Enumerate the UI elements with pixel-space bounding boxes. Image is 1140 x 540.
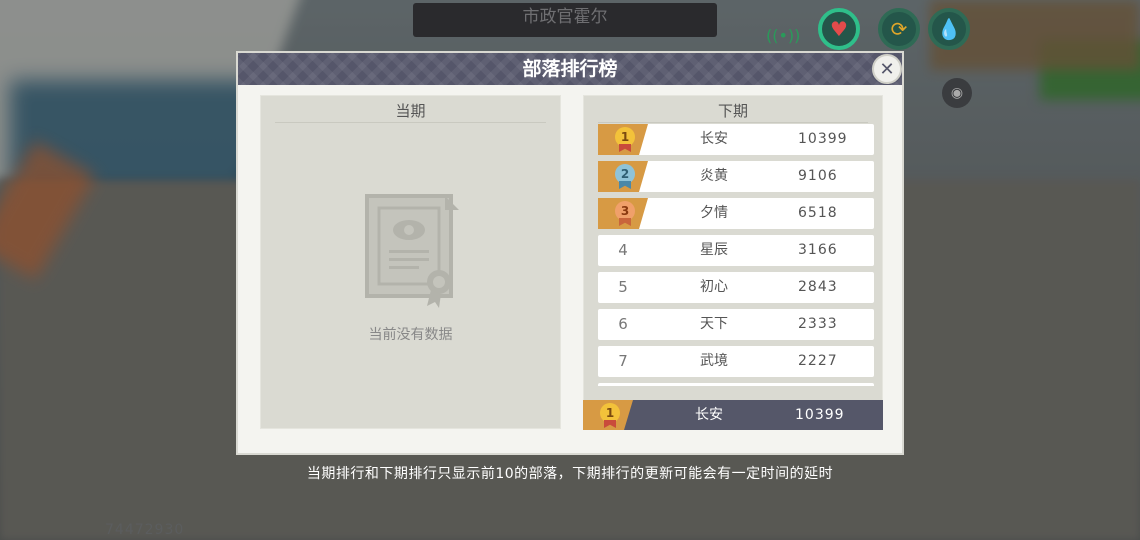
panel-title: 部落排行榜 [238, 53, 902, 85]
ranking-list[interactable]: 1 长安 10399 2 炎黄 9106 3 夕情 6518 4 星辰 3166… [598, 124, 874, 386]
tribe-name: 炎黄 [700, 168, 728, 184]
rank-number: 6 [618, 315, 628, 333]
rank-badge: 1 [598, 124, 648, 155]
rank-number: 4 [618, 241, 628, 259]
table-row: 3 夕情 6518 [598, 198, 874, 229]
table-row: 1 长安 10399 [598, 124, 874, 155]
my-tribe-name: 长安 [695, 407, 723, 423]
rank-badge: 3 [598, 198, 648, 229]
tribe-score: 6518 [798, 205, 838, 221]
my-tribe-score: 10399 [795, 407, 845, 423]
rank-number: 5 [618, 278, 628, 296]
close-button[interactable]: ✕ [872, 54, 902, 84]
table-row: 2 炎黄 9106 [598, 161, 874, 192]
table-row-partial [598, 383, 874, 386]
tribe-score: 10399 [798, 131, 848, 147]
table-row: 4 星辰 3166 [598, 235, 874, 266]
water-drop-icon[interactable]: 💧 [928, 8, 970, 50]
tribe-name: 天下 [700, 316, 728, 332]
table-row: 7 武境 2227 [598, 346, 874, 377]
tribe-name: 初心 [700, 279, 728, 295]
tribe-leaderboard-panel: 部落排行榜 当期 当前没有数据 下期 1 长安 10399 2 炎黄 9106 … [236, 51, 904, 455]
signal-icon: ((•)) [766, 26, 801, 45]
current-period-column: 当期 当前没有数据 [260, 95, 561, 429]
tribe-score: 9106 [798, 168, 838, 184]
next-period-title: 下期 [598, 96, 868, 123]
tribe-score: 2333 [798, 316, 838, 332]
tribe-score: 2843 [798, 279, 838, 295]
next-period-column: 下期 1 长安 10399 2 炎黄 9106 3 夕情 6518 4 星辰 3… [583, 95, 883, 429]
tribe-name: 星辰 [700, 242, 728, 258]
player-id: 74472930 [105, 522, 185, 538]
rank-badge: 1 [583, 400, 633, 430]
sync-icon[interactable]: ⟳ [878, 8, 920, 50]
my-tribe-row: 1 长安 10399 [583, 400, 883, 430]
tribe-score: 3166 [798, 242, 838, 258]
rank-number: 7 [618, 352, 628, 370]
table-row: 6 天下 2333 [598, 309, 874, 340]
heart-icon[interactable]: ♥ [818, 8, 860, 50]
tribe-name: 长安 [700, 131, 728, 147]
tribe-score: 2227 [798, 353, 838, 369]
empty-state-text: 当前没有数据 [368, 327, 453, 343]
empty-scroll-icon [365, 194, 459, 308]
table-row: 5 初心 2843 [598, 272, 874, 303]
eye-icon[interactable]: ◉ [942, 78, 972, 108]
tribe-name: 夕情 [700, 205, 728, 221]
npc-name-banner: 市政官霍尔 [413, 3, 717, 37]
footer-note: 当期排行和下期排行只显示前10的部落，下期排行的更新可能会有一定时间的延时 [306, 466, 834, 482]
tribe-name: 武境 [700, 353, 728, 369]
current-period-title: 当期 [275, 96, 546, 123]
rank-badge: 2 [598, 161, 648, 192]
